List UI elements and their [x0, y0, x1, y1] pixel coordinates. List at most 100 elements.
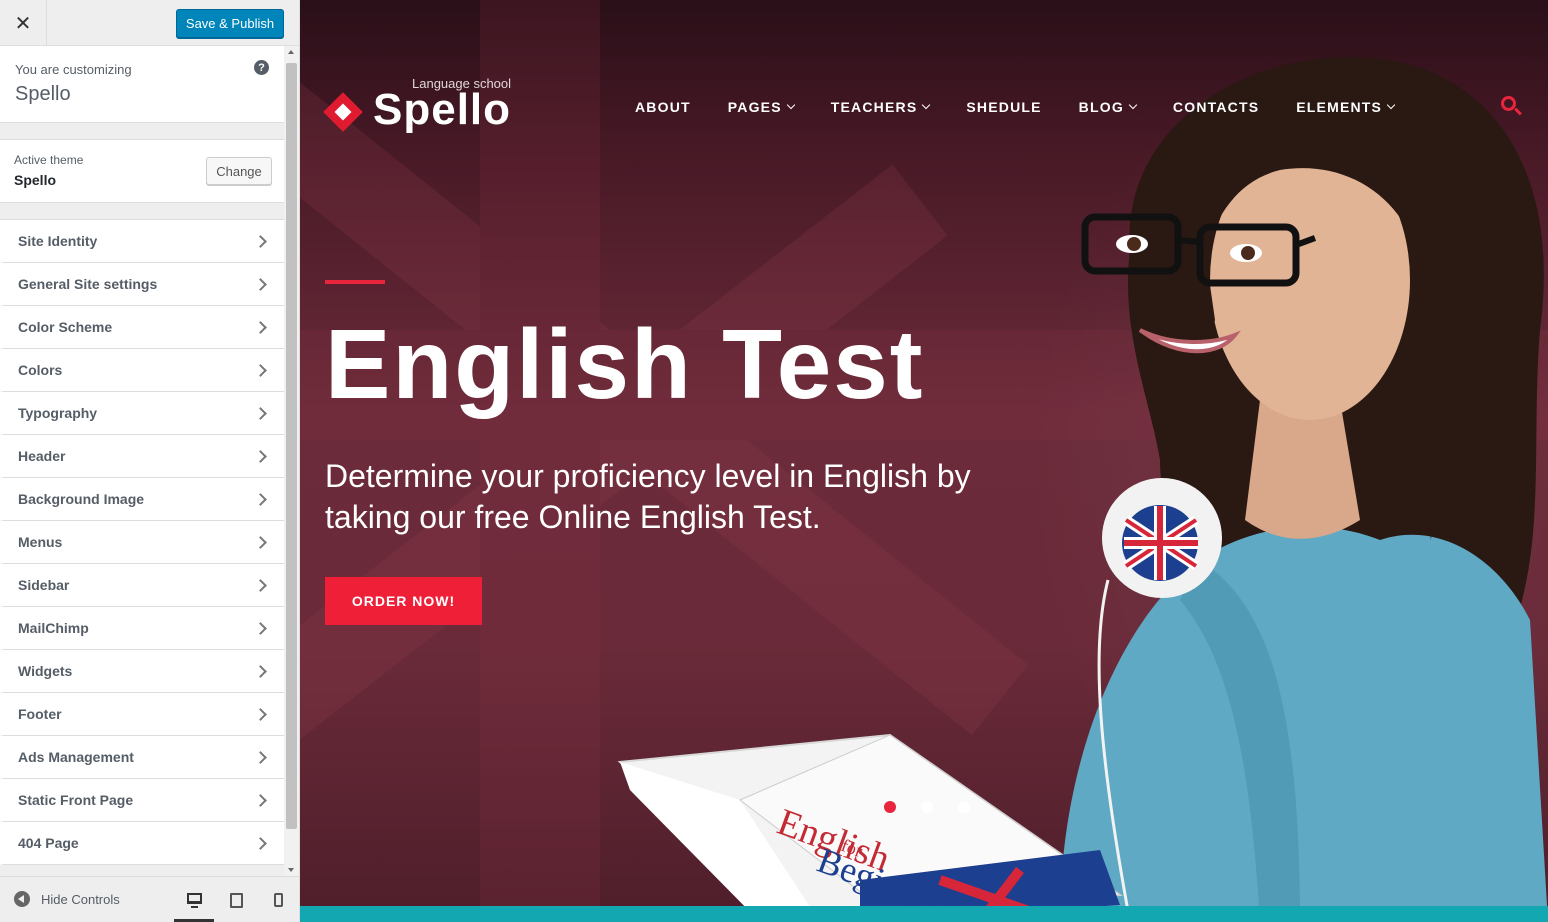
nav-label: ELEMENTS	[1296, 99, 1383, 115]
nav-item-elements[interactable]: ELEMENTS	[1296, 97, 1396, 117]
section-typography[interactable]: Typography	[0, 392, 284, 435]
section-404-page[interactable]: 404 Page	[0, 822, 284, 865]
customizing-info: You are customizing Spello ?	[0, 46, 284, 123]
logo-name: Spello	[373, 85, 512, 134]
order-now-button[interactable]: ORDER NOW!	[325, 577, 482, 625]
section-label: Menus	[18, 534, 63, 550]
nav-label: PAGES	[727, 99, 782, 115]
slider-dot[interactable]	[958, 801, 970, 813]
customizing-label: You are customizing	[15, 62, 132, 77]
chevron-right-icon	[254, 363, 267, 377]
customizer-panel: You are customizing Spello ? Active them…	[0, 46, 284, 876]
mobile-preview-button[interactable]	[258, 877, 298, 922]
nav-label: CONTACTS	[1172, 99, 1260, 115]
site-preview: English for Beginners Language school Sp…	[300, 0, 1548, 922]
chevron-right-icon	[254, 234, 267, 248]
hero-subtitle: Determine your proficiency level in Engl…	[325, 458, 971, 535]
chevron-right-icon	[254, 793, 267, 807]
section-label: Header	[18, 448, 66, 464]
section-label: Color Scheme	[18, 319, 113, 335]
nav-item-about[interactable]: ABOUT	[635, 97, 691, 117]
nav-item-contacts[interactable]: CONTACTS	[1173, 97, 1259, 117]
section-widgets[interactable]: Widgets	[0, 650, 284, 693]
scroll-down-icon[interactable]	[288, 868, 294, 872]
section-mailchimp[interactable]: MailChimp	[0, 607, 284, 650]
section-colors[interactable]: Colors	[0, 349, 284, 392]
chevron-right-icon	[254, 664, 267, 678]
section-label: Static Front Page	[18, 792, 134, 808]
chevron-right-icon	[254, 707, 267, 721]
customizer-sidebar: ✕ Save & Publish You are customizing Spe…	[0, 0, 300, 922]
section-label: 404 Page	[18, 835, 79, 851]
chevron-right-icon	[254, 449, 267, 463]
mobile-icon	[273, 893, 283, 907]
chevron-right-icon	[254, 406, 267, 420]
section-menus[interactable]: Menus	[0, 521, 284, 564]
save-publish-button[interactable]: Save & Publish	[176, 9, 284, 38]
chevron-down-icon	[786, 100, 796, 110]
desktop-preview-button[interactable]	[174, 877, 214, 922]
nav-item-blog[interactable]: BLOG	[1079, 97, 1138, 117]
chevron-right-icon	[254, 836, 267, 850]
section-sidebar[interactable]: Sidebar	[0, 564, 284, 607]
chevron-right-icon	[254, 621, 267, 635]
section-background-image[interactable]: Background Image	[0, 478, 284, 521]
site-logo[interactable]: Language school Spello	[323, 76, 512, 134]
section-divider-strip	[300, 906, 1548, 922]
section-footer[interactable]: Footer	[0, 693, 284, 736]
nav-item-teachers[interactable]: TEACHERS	[830, 97, 931, 117]
collapse-icon	[14, 891, 30, 907]
desktop-icon	[186, 892, 202, 908]
section-label: Sidebar	[18, 577, 70, 593]
section-label: Footer	[18, 706, 62, 722]
panel-scrollbar[interactable]	[284, 46, 299, 876]
chevron-down-icon	[1128, 100, 1138, 110]
section-ads-management[interactable]: Ads Management	[0, 736, 284, 779]
customizer-sections: Site Identity General Site settings Colo…	[0, 219, 284, 865]
chevron-down-icon	[922, 100, 931, 110]
nav-item-pages[interactable]: PAGES	[727, 97, 796, 117]
chevron-right-icon	[254, 492, 267, 506]
logo-diamond-icon	[323, 92, 363, 132]
section-label: Site Identity	[18, 233, 98, 249]
section-label: Typography	[18, 405, 98, 421]
site-title: Spello	[15, 83, 71, 105]
section-label: MailChimp	[18, 620, 89, 636]
hide-controls-button[interactable]: Hide Controls	[14, 891, 120, 907]
hide-controls-label: Hide Controls	[41, 891, 120, 907]
help-icon[interactable]: ?	[254, 60, 269, 75]
active-theme-box: Active theme Spello Change	[0, 139, 284, 203]
logo-tagline: Language school	[412, 76, 512, 91]
hero-accent-line	[325, 280, 385, 284]
nav-label: TEACHERS	[830, 99, 918, 115]
chevron-right-icon	[254, 277, 267, 291]
tablet-icon	[229, 892, 243, 908]
hero-title: English Test	[325, 309, 925, 419]
section-static-front-page[interactable]: Static Front Page	[0, 779, 284, 822]
scroll-up-icon[interactable]	[288, 50, 294, 54]
main-navigation: ABOUT PAGES TEACHERS SHEDULE BLOG CONTAC…	[635, 97, 1431, 117]
section-label: Background Image	[18, 491, 145, 507]
nav-label: ABOUT	[635, 99, 691, 115]
section-general-site-settings[interactable]: General Site settings	[0, 263, 284, 306]
chevron-right-icon	[254, 578, 267, 592]
change-theme-button[interactable]: Change	[206, 157, 272, 185]
logo-text: Language school Spello	[373, 76, 512, 134]
chevron-down-icon	[1386, 100, 1396, 110]
slider-dot[interactable]	[921, 801, 933, 813]
slider-dot[interactable]	[884, 801, 896, 813]
tablet-preview-button[interactable]	[216, 877, 256, 922]
section-label: General Site settings	[18, 276, 158, 292]
section-site-identity[interactable]: Site Identity	[0, 220, 284, 263]
nav-item-shedule[interactable]: SHEDULE	[966, 97, 1041, 117]
search-icon[interactable]	[1501, 96, 1522, 116]
customizer-header: ✕ Save & Publish	[0, 0, 299, 46]
section-label: Colors	[18, 362, 63, 378]
section-color-scheme[interactable]: Color Scheme	[0, 306, 284, 349]
section-label: Ads Management	[18, 749, 134, 765]
chevron-right-icon	[254, 750, 267, 764]
chevron-right-icon	[254, 535, 267, 549]
scrollbar-thumb[interactable]	[286, 63, 297, 829]
section-header[interactable]: Header	[0, 435, 284, 478]
close-icon[interactable]: ✕	[0, 0, 47, 46]
